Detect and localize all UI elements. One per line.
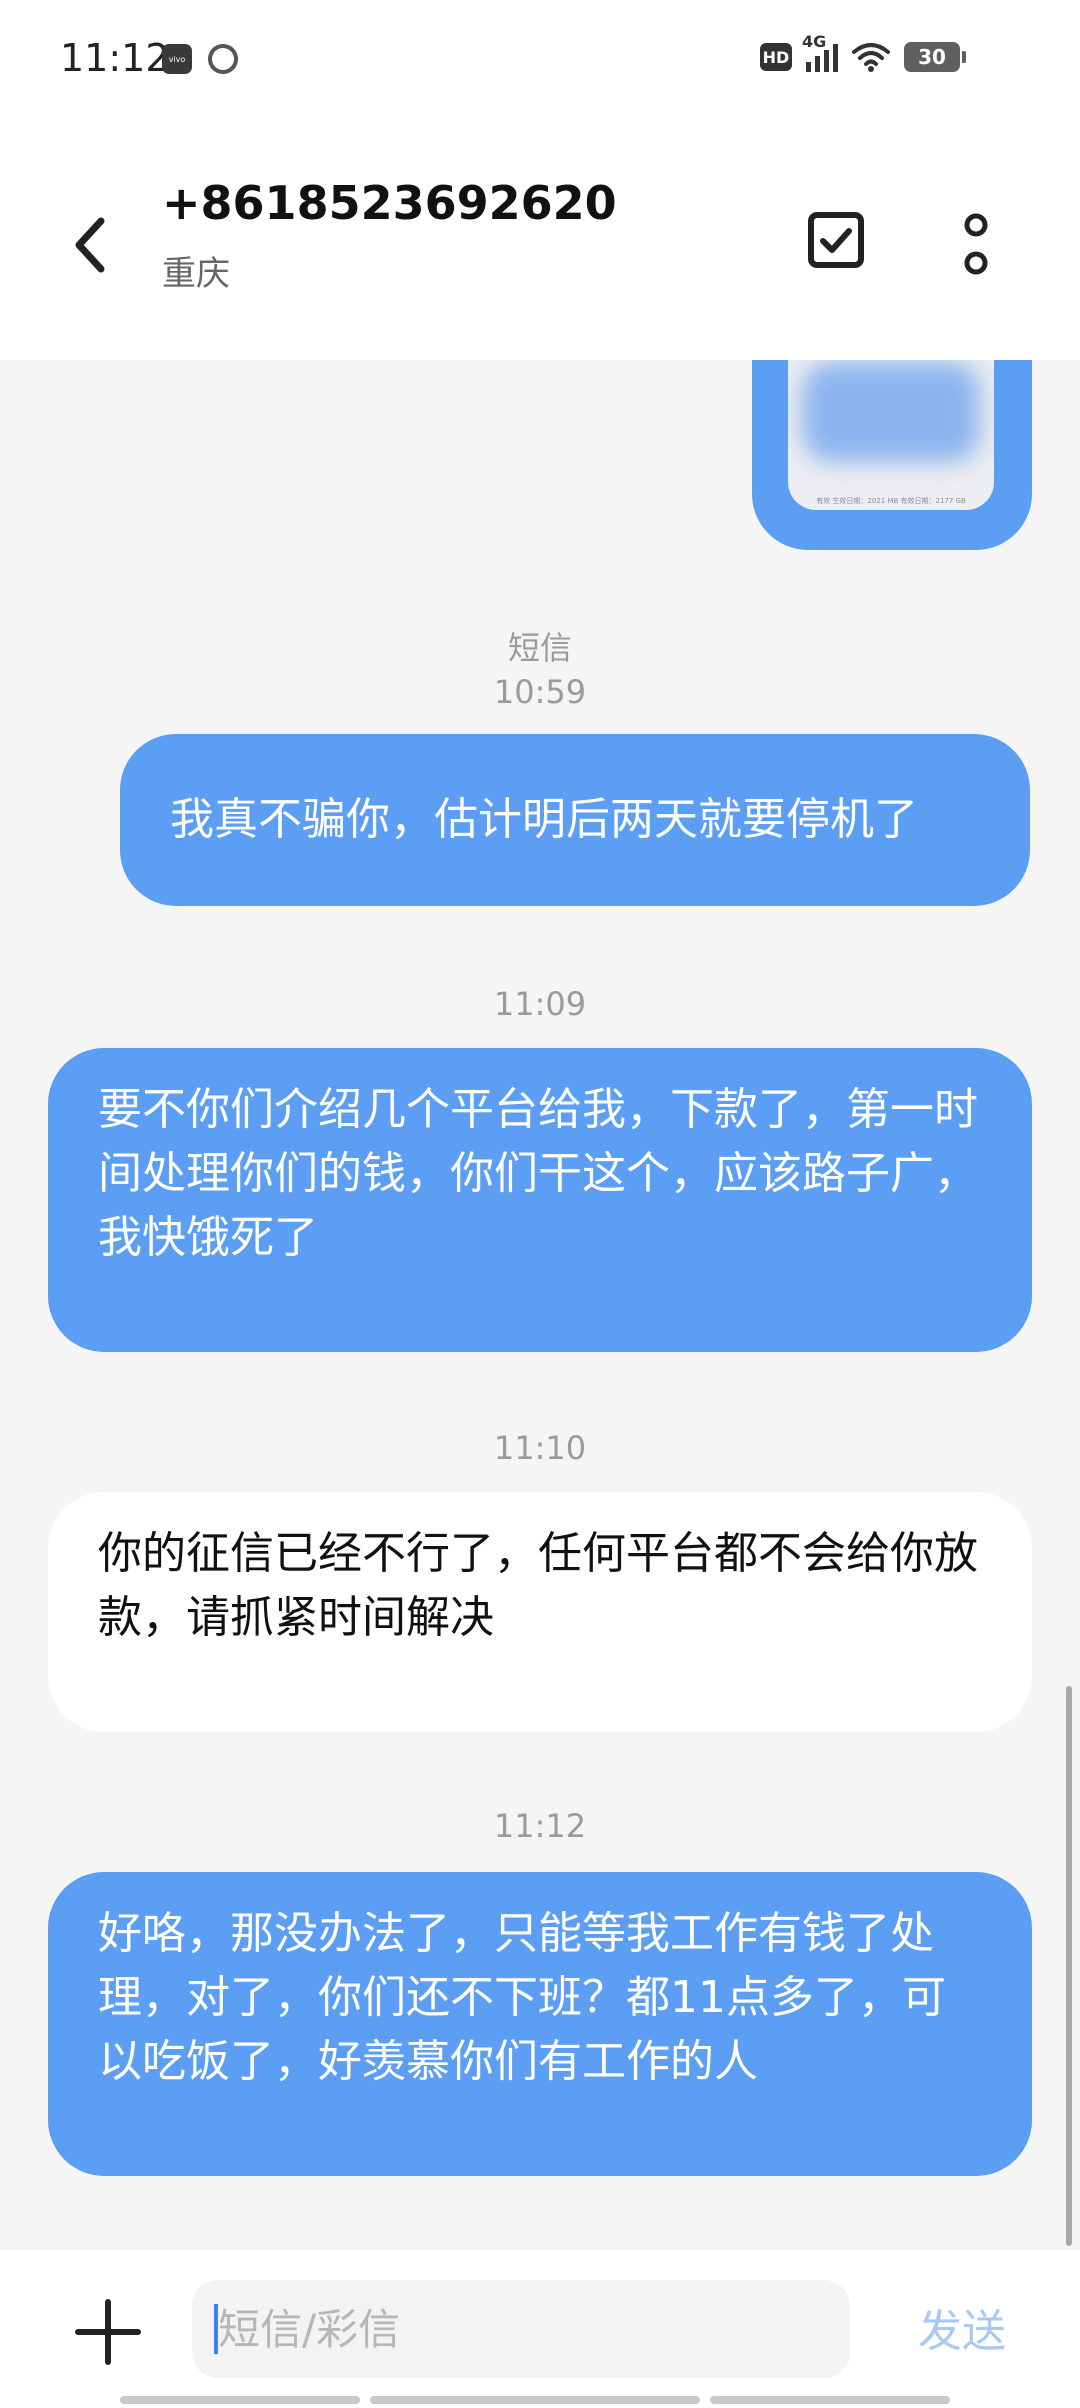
received-message-bubble[interactable]: 你的征信已经不行了，任何平台都不会给你放款，请抓紧时间解决 [48,1492,1032,1732]
more-options-button[interactable] [940,200,1012,290]
blurred-image-content [802,362,980,462]
image-caption: 有效 生效日期：2021 MB 有效日期：2177 GB [816,497,966,505]
vivo-icon: vivo [162,44,192,74]
back-button[interactable] [54,200,124,290]
sent-message-bubble[interactable]: 好咯，那没办法了，只能等我工作有钱了处理，对了，你们还不下班？都11点多了，可以… [48,1872,1032,2176]
contact-location: 重庆 [162,254,230,294]
status-notification-icons: vivo [162,39,243,79]
message-timestamp: 11:09 [493,985,587,1023]
leaf-icon [203,39,243,79]
wifi-icon [852,43,890,72]
cellular-signal-icon: 4G [802,32,838,72]
sent-message-bubble[interactable]: 我真不骗你，估计明后两天就要停机了 [120,734,1030,906]
message-list[interactable]: 有效 生效日期：2021 MB 有效日期：2177 GB 短信 10:59 我真… [0,360,1080,2250]
conversation-header: +8618523692620 重庆 [0,128,1080,360]
hd-icon: HD [760,43,792,71]
checkbox-icon [808,212,864,268]
plus-icon[interactable] [70,2294,146,2370]
image-message-bubble[interactable]: 有效 生效日期：2021 MB 有效日期：2177 GB [752,360,1032,550]
message-timestamp: 11:10 [493,1429,587,1467]
message-timestamp: 10:59 [493,673,587,711]
sent-message-bubble[interactable]: 要不你们介绍几个平台给我，下款了，第一时间处理你们的钱，你们干这个，应该路子广，… [48,1048,1032,1352]
select-messages-button[interactable] [800,200,872,280]
message-channel-label: 短信 [507,629,572,667]
text-caret [214,2304,218,2354]
status-time: 11:12 [60,36,170,80]
message-timestamp: 11:12 [493,1807,587,1845]
contact-number: +8618523692620 [162,176,617,230]
image-message-thumbnail[interactable]: 有效 生效日期：2021 MB 有效日期：2177 GB [788,360,994,510]
more-vertical-icon [964,213,988,275]
composer-bar: 发送 [0,2250,1080,2408]
status-bar: 11:12 vivo HD 4G 30 [0,0,1080,128]
scrollbar[interactable] [1066,1686,1072,2246]
chevron-left-icon [75,217,105,273]
gesture-navigation-bar [120,2396,960,2404]
status-system-icons: HD 4G 30 [760,32,966,72]
message-input[interactable] [192,2280,850,2378]
battery-icon: 30 [904,42,966,72]
network-type-label: 4G [802,32,827,51]
send-button[interactable]: 发送 [912,2294,1012,2360]
